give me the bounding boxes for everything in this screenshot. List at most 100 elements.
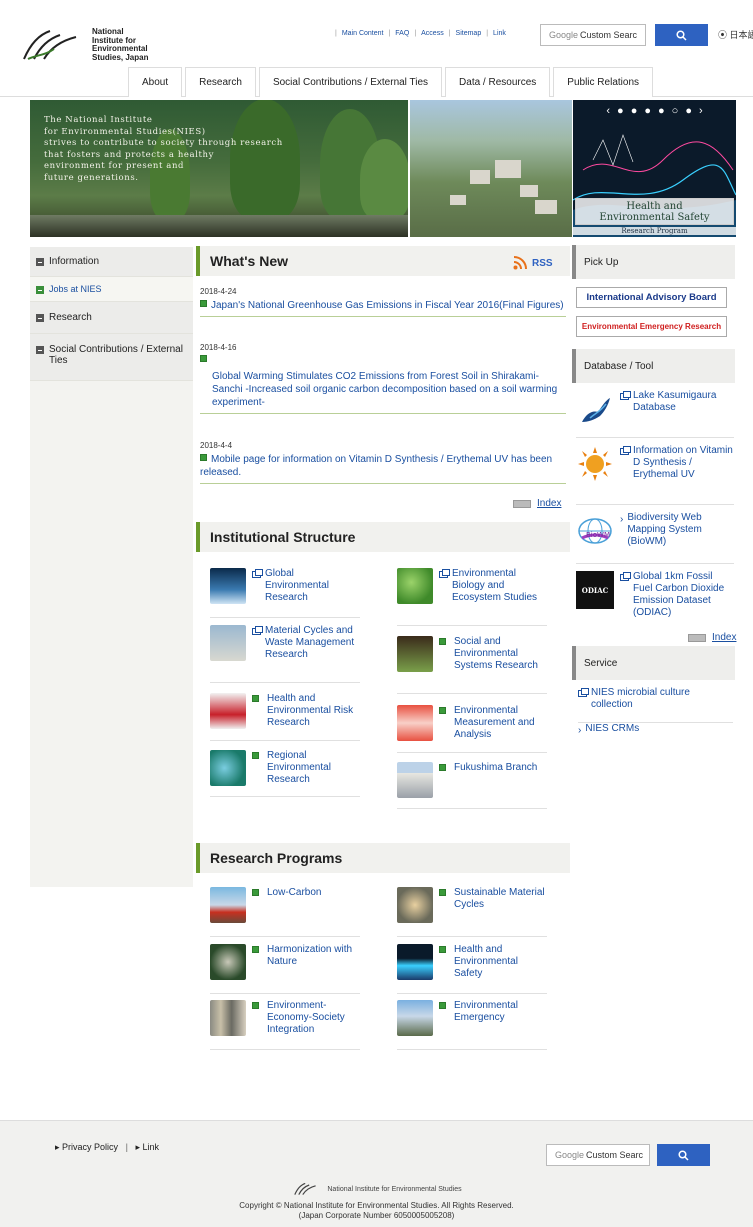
nav-social-contributions[interactable]: Social Contributions / External Ties [258, 67, 443, 97]
institution-fukushima[interactable]: Fukushima Branch [397, 762, 547, 809]
green-square-icon [252, 752, 263, 790]
slide-dot[interactable]: ● [685, 105, 692, 117]
util-link-link[interactable]: Link [493, 30, 506, 37]
sidebar-item-label: Information [49, 256, 100, 267]
facility-thumbnail [210, 625, 246, 661]
next-slide-icon[interactable]: › [699, 105, 703, 117]
rss-icon [513, 256, 527, 270]
service-microbial-culture[interactable]: NIES microbial culture collection [578, 687, 733, 711]
globe-icon: BioWM [578, 518, 612, 544]
footer-link-privacy[interactable]: Privacy Policy [62, 1142, 118, 1152]
institution-material-cycles[interactable]: Material Cycles and Waste Management Res… [210, 625, 360, 683]
news-index-link[interactable]: Index [513, 498, 561, 509]
prev-slide-icon[interactable]: ‹ [606, 105, 610, 117]
institution-biology[interactable]: Environmental Biology and Ecosystem Stud… [397, 568, 547, 626]
language-link[interactable]: ⦿ 日本語 [718, 28, 753, 41]
institution-social[interactable]: Social and Environmental Systems Researc… [397, 636, 547, 694]
news-date: 2018-4-24 [200, 287, 237, 296]
logo-text: National Institute for Environmental Stu… [92, 27, 148, 62]
green-square-icon [252, 1002, 263, 1043]
program-emergency[interactable]: Environmental Emergency [397, 1000, 547, 1050]
footer-search-button[interactable] [657, 1144, 710, 1166]
news-item: 2018-4-4 Mobile page for information on … [200, 441, 566, 484]
sidebar-item-information[interactable]: Information [30, 247, 193, 277]
search-icon [678, 1149, 689, 1161]
service-label: NIES microbial culture collection [591, 687, 690, 710]
db-vitamin-d[interactable]: Information on Vitamin D Synthesis / Ery… [576, 445, 734, 505]
green-square-icon [439, 707, 450, 746]
search-input[interactable]: Google Custom Searc [540, 24, 646, 46]
nies-logo-icon [294, 1182, 317, 1195]
triangle-bullet-icon: ▸ [135, 1142, 140, 1152]
db-odiac[interactable]: ODIAC Global 1km Fossil Fuel Carbon Diox… [576, 571, 734, 627]
program-health-safety[interactable]: Health and Environmental Safety [397, 944, 547, 994]
seedling-thumbnail [397, 636, 433, 672]
nav-about[interactable]: About [128, 67, 183, 97]
sidebar-item-jobs[interactable]: Jobs at NIES [30, 277, 193, 302]
sidebar-item-label: Jobs at NIES [49, 284, 102, 294]
news-link[interactable]: Global Warming Stimulates CO2 Emissions … [200, 370, 566, 409]
copyright: Copyright © National Institute for Envir… [0, 1201, 753, 1221]
util-link-main-content[interactable]: Main Content [342, 30, 384, 37]
left-sidebar: Information Jobs at NIES Research Social… [30, 247, 193, 887]
footer-link-link[interactable]: Link [142, 1142, 159, 1152]
nav-data-resources[interactable]: Data / Resources [445, 67, 551, 97]
site-logo[interactable]: National Institute for Environmental Stu… [20, 25, 180, 65]
slide-dot[interactable]: ● [644, 105, 651, 117]
nav-public-relations[interactable]: Public Relations [553, 67, 654, 97]
dataviz-thumbnail [397, 944, 433, 980]
institution-health[interactable]: Health and Environmental Risk Research [210, 693, 360, 741]
environmental-emergency-banner[interactable]: Environmental Emergency Research [576, 316, 727, 337]
biowm-logo-text: BioWM [586, 531, 610, 539]
building-thumbnail [397, 762, 433, 798]
green-square-icon [200, 454, 207, 461]
program-material-cycles[interactable]: Sustainable Material Cycles [397, 887, 547, 937]
institution-regional[interactable]: Regional Environmental Research [210, 750, 360, 797]
sidebar-item-label: Social Contributions / External Ties [49, 344, 183, 366]
db-label: Lake Kasumigaura Database [633, 390, 717, 413]
program-label: Harmonization with Nature [267, 944, 353, 967]
footer-search-input[interactable]: Google Custom Searc [546, 1144, 650, 1166]
slide-dot[interactable]: ● [617, 105, 624, 117]
program-environment-economy[interactable]: Environment-Economy-Society Integration [210, 1000, 360, 1050]
hero-tagline: The National Institute for Environmental… [44, 115, 283, 184]
square-bullet-icon [36, 314, 44, 322]
util-link-sitemap[interactable]: Sitemap [456, 30, 482, 37]
util-link-access[interactable]: Access [421, 30, 444, 37]
separator: | [388, 30, 391, 37]
institution-measurement[interactable]: Environmental Measurement and Analysis [397, 705, 547, 753]
rss-label: RSS [532, 257, 553, 269]
slide-dot[interactable]: ● [658, 105, 665, 117]
slide-dot[interactable]: ● [631, 105, 638, 117]
sidebar-item-social-contributions[interactable]: Social Contributions / External Ties [30, 334, 193, 381]
program-harmonization[interactable]: Harmonization with Nature [210, 944, 360, 994]
search-placeholder: Custom Searc [586, 1150, 644, 1160]
plant-thumbnail [397, 568, 433, 604]
sun-icon [578, 447, 612, 481]
db-biowm[interactable]: BioWM › Biodiversity Web Mapping System (… [576, 512, 734, 564]
institution-global[interactable]: Global Environmental Research [210, 568, 360, 618]
hero-slide-health[interactable]: ‹ ● ● ● ● ○ ● › Health and Environmental… [573, 100, 736, 237]
service-nies-crms[interactable]: › NIES CRMs [578, 722, 733, 737]
db-lake-kasumigaura[interactable]: Lake Kasumigaura Database [576, 390, 734, 438]
odiac-logo: ODIAC [576, 571, 614, 609]
green-square-icon [252, 889, 263, 930]
slide-dot-active[interactable]: ○ [672, 105, 679, 117]
sidebar-item-research[interactable]: Research [30, 302, 193, 334]
program-low-carbon[interactable]: Low-Carbon [210, 887, 360, 937]
search-button[interactable] [655, 24, 708, 46]
news-date: 2018-4-16 [200, 343, 237, 352]
news-link[interactable]: Japan's National Greenhouse Gas Emission… [200, 299, 566, 312]
nav-research[interactable]: Research [185, 67, 256, 97]
util-link-faq[interactable]: FAQ [395, 30, 409, 37]
database-index-link[interactable]: Index [688, 632, 736, 643]
street-thumbnail [210, 1000, 246, 1036]
international-advisory-board-banner[interactable]: International Advisory Board [576, 287, 727, 308]
separator: | [125, 1142, 128, 1152]
index-label: Index [712, 632, 737, 643]
news-date: 2018-4-4 [200, 441, 233, 450]
institutional-structure-heading: Institutional Structure [196, 522, 570, 552]
news-link[interactable]: Mobile page for information on Vitamin D… [200, 453, 566, 479]
green-square-icon [439, 638, 450, 687]
rss-link[interactable]: RSS [513, 256, 553, 270]
